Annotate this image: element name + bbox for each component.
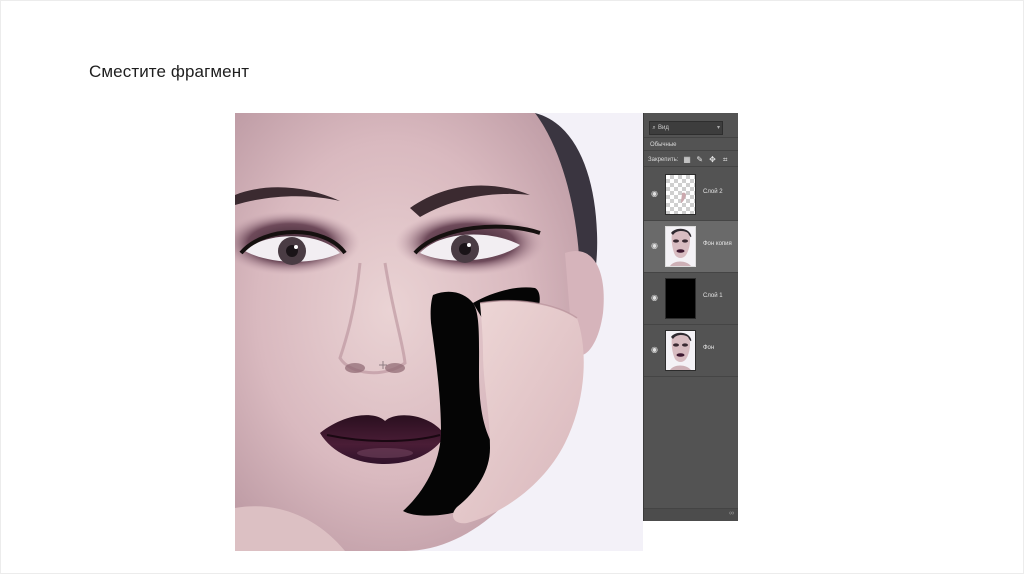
slide-title: Сместите фрагмент bbox=[89, 62, 250, 81]
layer-row-fon-kopiya[interactable]: ◉ Фон копия bbox=[644, 221, 738, 273]
lock-row: Закрепить: ▦ ✎ ✥ ⌗ bbox=[644, 153, 738, 167]
blend-mode-select[interactable]: Обычные bbox=[644, 137, 738, 151]
eye-icon[interactable]: ◉ bbox=[650, 293, 659, 302]
fragment-thumb-icon bbox=[681, 192, 686, 203]
blend-mode-label: Обычные bbox=[650, 142, 677, 148]
eye-icon[interactable]: ◉ bbox=[650, 241, 659, 250]
layer-row-sloy-2[interactable]: ◉ Слой 2 bbox=[644, 169, 738, 221]
layer-name: Слой 1 bbox=[703, 293, 723, 299]
eye-icon[interactable]: ◉ bbox=[650, 345, 659, 354]
lock-artboard-icon[interactable]: ⌗ bbox=[721, 156, 729, 164]
layers-panel: ⌕ Вид ▾ Обычные Закрепить: ▦ ✎ ✥ ⌗ ◉ Слой… bbox=[643, 113, 738, 521]
layer-name: Фон bbox=[703, 345, 715, 351]
portrait-thumb-icon bbox=[670, 228, 692, 266]
layer-thumbnail bbox=[665, 174, 696, 215]
layer-thumbnail bbox=[665, 226, 696, 267]
search-icon: ⌕ bbox=[652, 125, 656, 131]
layer-row-sloy-1[interactable]: ◉ Слой 1 bbox=[644, 273, 738, 325]
layer-thumbnail bbox=[665, 330, 696, 371]
layer-name: Слой 2 bbox=[703, 189, 723, 195]
lock-transparent-icon[interactable]: ▦ bbox=[683, 156, 691, 164]
layer-thumbnail bbox=[665, 278, 696, 319]
layer-name: Фон копия bbox=[703, 241, 732, 247]
panel-footer: ∞ bbox=[644, 508, 738, 521]
eye-icon[interactable]: ◉ bbox=[650, 189, 659, 198]
lock-label: Закрепить: bbox=[648, 157, 679, 163]
photo-canvas[interactable] bbox=[235, 113, 643, 551]
chevron-down-icon[interactable]: ▾ bbox=[717, 122, 720, 134]
layer-filter-field[interactable]: ⌕ Вид ▾ bbox=[649, 121, 723, 135]
link-icon[interactable]: ∞ bbox=[729, 510, 734, 517]
portrait-thumb-icon bbox=[670, 332, 692, 370]
layer-row-fon[interactable]: ◉ Фон bbox=[644, 325, 738, 377]
lock-move-icon[interactable]: ✥ bbox=[708, 156, 716, 164]
lock-brush-icon[interactable]: ✎ bbox=[696, 156, 704, 164]
layer-filter-label: Вид bbox=[658, 125, 669, 131]
portrait-image bbox=[235, 113, 643, 551]
